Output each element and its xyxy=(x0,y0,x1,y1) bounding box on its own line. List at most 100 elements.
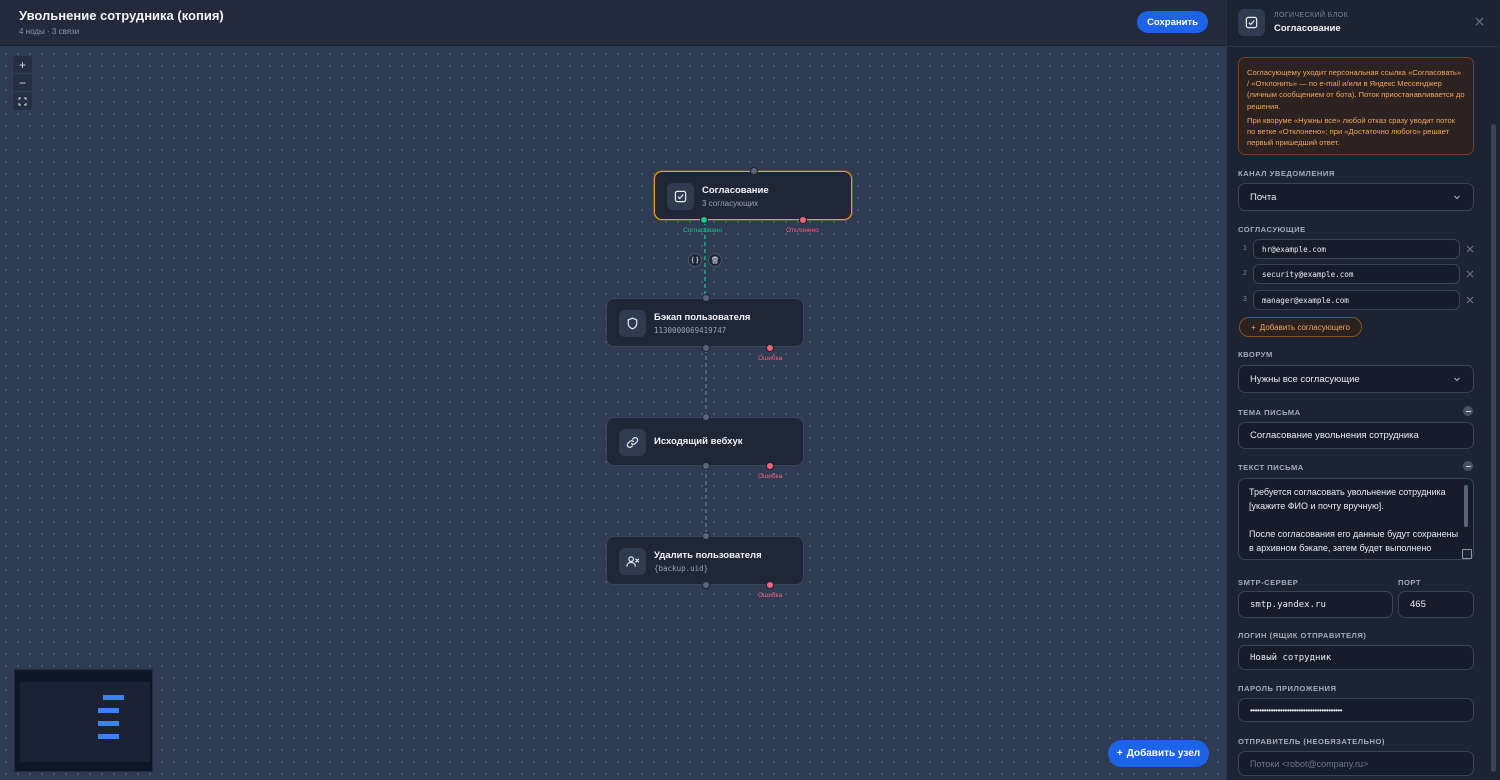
node-backup-user[interactable]: Бэкап пользователя 1130000069419747 xyxy=(606,298,804,347)
add-node-button[interactable]: + Добавить узел xyxy=(1108,740,1209,767)
textarea-scrollbar[interactable] xyxy=(1464,485,1468,527)
add-approver-label: Добавить согласующего xyxy=(1259,322,1350,332)
code-braces-icon xyxy=(691,256,699,264)
checkbox-icon xyxy=(674,190,687,203)
body-label: ТЕКСТ ПИСЬМА xyxy=(1238,463,1304,472)
output-port[interactable] xyxy=(702,581,710,589)
node-subtitle: {backup.uid} xyxy=(654,564,709,573)
approvers-label: СОГЛАСУЮЩИЕ xyxy=(1238,225,1306,234)
collapse-body-button[interactable] xyxy=(1463,461,1473,471)
node-icon-box xyxy=(667,183,694,210)
subject-input[interactable]: Согласование увольнения сотрудника xyxy=(1238,422,1474,449)
info-alert: Согласующему уходит персональная ссылка … xyxy=(1238,57,1474,155)
approver-email-input[interactable]: hr@example.com xyxy=(1253,239,1460,259)
panel-icon-box xyxy=(1238,9,1265,36)
flow-canvas[interactable]: Увольнение сотрудника (копия) 4 ноды · 3… xyxy=(0,0,1226,780)
rejected-port-label: Отклонено xyxy=(786,227,819,234)
chevron-down-icon xyxy=(1454,377,1460,382)
smtp-input[interactable]: smtp.yandex.ru xyxy=(1238,591,1393,618)
checkbox-icon xyxy=(1245,16,1258,29)
alert-text: Согласующему уходит персональная ссылка … xyxy=(1247,68,1465,111)
error-port-label: Ошибка xyxy=(758,355,783,362)
node-outgoing-webhook[interactable]: Исходящий вебхук xyxy=(606,417,804,466)
port-input[interactable]: 465 xyxy=(1398,591,1474,618)
panel-scrollbar[interactable] xyxy=(1491,124,1496,772)
minimap-node xyxy=(98,708,119,713)
error-port[interactable] xyxy=(766,462,774,470)
minimap-node xyxy=(103,695,124,700)
node-delete-user[interactable]: Удалить пользователя {backup.uid} xyxy=(606,536,804,585)
node-approval[interactable]: Согласование 3 согласующих xyxy=(654,171,852,220)
sender-label: ОТПРАВИТЕЛЬ (НЕОБЯЗАТЕЛЬНО) xyxy=(1238,737,1385,746)
input-port[interactable] xyxy=(702,294,710,302)
node-title: Исходящий вебхук xyxy=(654,436,743,447)
node-title: Удалить пользователя xyxy=(654,550,762,561)
close-icon xyxy=(1466,296,1474,304)
edges-layer xyxy=(704,221,707,536)
collapse-subject-button[interactable] xyxy=(1463,406,1473,416)
quorum-label: КВОРУМ xyxy=(1238,350,1273,359)
error-port[interactable] xyxy=(766,581,774,589)
add-approver-button[interactable]: + Добавить согласующего xyxy=(1239,317,1362,337)
input-port[interactable] xyxy=(702,532,710,540)
login-input[interactable]: Новый сотрудник xyxy=(1238,645,1474,670)
remove-approver-button[interactable] xyxy=(1464,294,1476,306)
approver-number: 3 xyxy=(1243,296,1247,303)
close-panel-button[interactable] xyxy=(1472,14,1486,28)
zoom-out-button[interactable]: − xyxy=(13,74,32,92)
channel-select[interactable]: Почта xyxy=(1238,183,1474,211)
error-port-label: Ошибка xyxy=(758,592,783,599)
quorum-select[interactable]: Нужны все согласующие xyxy=(1238,365,1474,393)
fit-view-button[interactable] xyxy=(13,92,32,110)
approved-port[interactable] xyxy=(700,216,708,224)
body-textarea[interactable]: Требуется согласовать увольнение сотрудн… xyxy=(1238,478,1474,560)
password-input[interactable]: •••••••••••••••••••••••••••••••••••••••• xyxy=(1238,698,1474,722)
error-port[interactable] xyxy=(766,344,774,352)
approver-number: 1 xyxy=(1243,245,1247,252)
add-node-label: Добавить узел xyxy=(1126,748,1201,759)
remove-approver-button[interactable] xyxy=(1464,268,1476,280)
port-label: ПОРТ xyxy=(1398,578,1421,587)
approver-number: 2 xyxy=(1243,270,1247,277)
edge-edit-button[interactable] xyxy=(688,253,702,267)
node-icon-box xyxy=(619,310,646,337)
approved-port-label: Согласовано xyxy=(683,227,723,234)
minimap-viewport[interactable] xyxy=(20,682,150,762)
plus-icon: + xyxy=(1251,322,1256,332)
trash-icon xyxy=(712,256,718,264)
close-icon xyxy=(1475,17,1483,25)
output-port[interactable] xyxy=(702,344,710,352)
subject-label: ТЕМА ПИСЬМА xyxy=(1238,408,1301,417)
approver-email-input[interactable]: security@example.com xyxy=(1253,264,1460,284)
edge-delete-button[interactable] xyxy=(708,253,722,267)
textarea-resize-handle[interactable] xyxy=(1462,549,1472,559)
zoom-controls: + − xyxy=(13,56,32,110)
sender-input[interactable]: Потоки <robot@company.ru> xyxy=(1238,751,1474,776)
rejected-port[interactable] xyxy=(799,216,807,224)
save-button[interactable]: Сохранить xyxy=(1137,11,1208,33)
alert-text: При кворуме «Нужны все» любой отказ сраз… xyxy=(1247,115,1456,148)
node-subtitle: 3 согласующих xyxy=(702,199,759,208)
error-port-label: Ошибка xyxy=(758,473,783,480)
node-icon-box xyxy=(619,548,646,575)
quorum-value: Нужны все согласующие xyxy=(1250,373,1360,385)
input-port[interactable] xyxy=(702,413,710,421)
output-port[interactable] xyxy=(702,462,710,470)
node-subtitle: 1130000069419747 xyxy=(654,326,727,335)
panel-header: ЛОГИЧЕСКИЙ БЛОК Согласование xyxy=(1227,0,1500,47)
plus-icon: + xyxy=(1116,748,1123,759)
panel-kicker: ЛОГИЧЕСКИЙ БЛОК xyxy=(1274,12,1349,19)
close-icon xyxy=(1466,270,1474,278)
node-title: Согласование xyxy=(702,185,769,196)
shield-icon xyxy=(627,317,638,330)
minimap-node xyxy=(98,734,119,739)
page-title: Увольнение сотрудника (копия) xyxy=(19,8,224,23)
input-port[interactable] xyxy=(750,167,758,175)
channel-value: Почта xyxy=(1250,191,1277,203)
remove-approver-button[interactable] xyxy=(1464,243,1476,255)
zoom-in-button[interactable]: + xyxy=(13,56,32,74)
minimap[interactable] xyxy=(14,669,153,772)
link-icon xyxy=(626,437,639,448)
approver-email-input[interactable]: manager@example.com xyxy=(1253,290,1460,310)
node-icon-box xyxy=(619,429,646,456)
